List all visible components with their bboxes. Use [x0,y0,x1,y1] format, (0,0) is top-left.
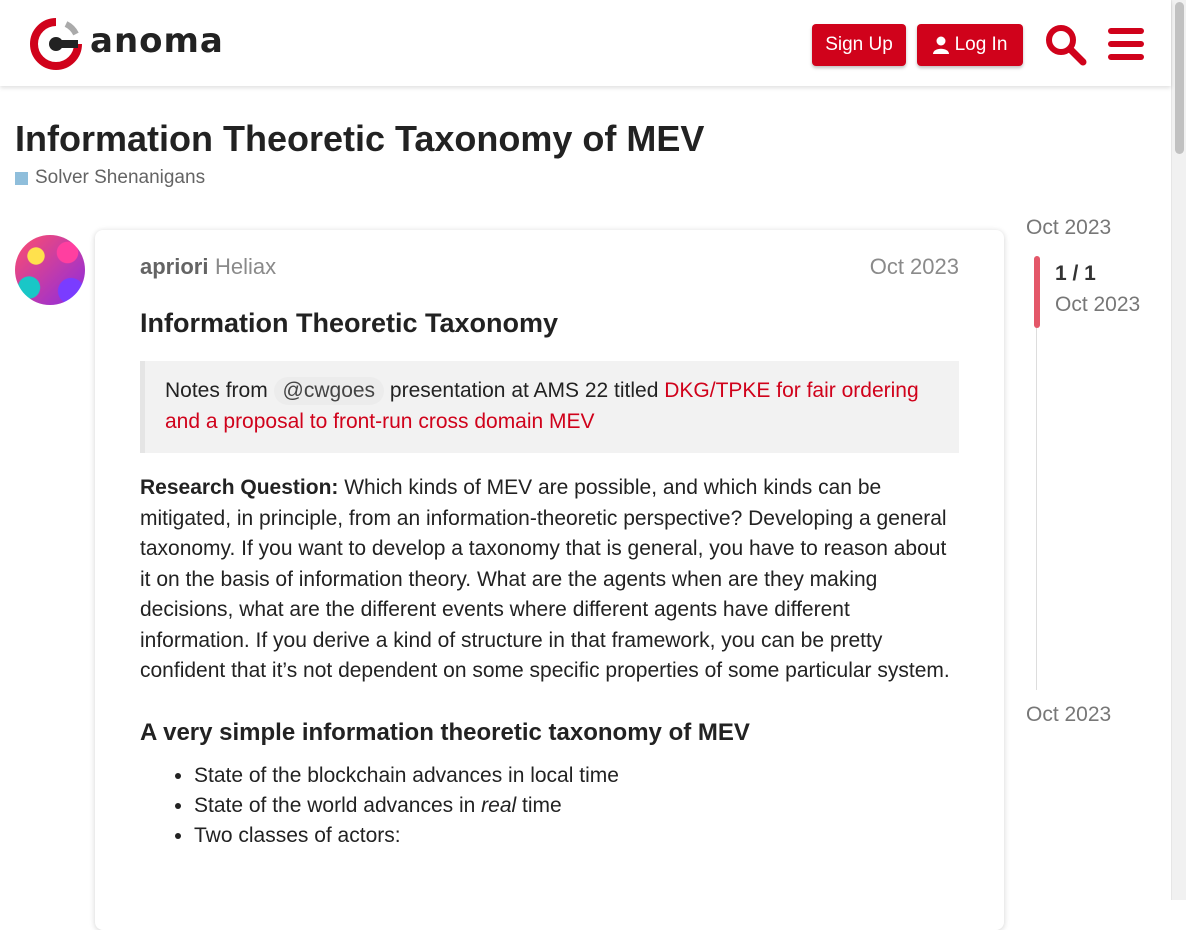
sign-up-label: Sign Up [825,34,893,55]
taxonomy-list: State of the blockchain advances in loca… [140,761,959,851]
section-heading: A very simple information theoretic taxo… [140,718,750,746]
research-paragraph: Research Question: Which kinds of MEV ar… [140,473,959,687]
topic-title[interactable]: Information Theoretic Taxonomy of MEV [15,118,704,160]
quote-prefix: Notes from [165,379,274,402]
post-date[interactable]: Oct 2023 [870,254,959,280]
page-scrollbar[interactable] [1171,0,1186,900]
list-item-text: Two classes of actors: [194,823,401,847]
hamburger-menu-icon[interactable] [1104,22,1148,66]
user-icon [932,36,949,54]
scrollbar-thumb[interactable] [1175,2,1184,154]
post-card: apriori Heliax Oct 2023 Information Theo… [95,230,1004,930]
brand-name: anoma [90,21,224,61]
log-in-button[interactable]: Log In [917,24,1023,66]
quote-middle: presentation at AMS 22 titled [384,379,665,402]
list-item-text: State of the world advances in [194,793,482,817]
list-item-suffix: time [516,793,562,817]
search-icon[interactable] [1043,22,1087,66]
research-label: Research Question: [140,476,339,499]
sign-up-button[interactable]: Sign Up [812,24,906,66]
username[interactable]: apriori [140,254,208,280]
post-body: Information Theoretic Taxonomy Notes fro… [140,308,959,851]
log-in-label: Log In [954,34,1008,55]
list-item: State of the world advances in real time [194,791,959,821]
user-group[interactable]: Heliax [215,254,276,280]
timeline-start-date[interactable]: Oct 2023 [1026,216,1111,240]
research-text: Which kinds of MEV are possible, and whi… [140,476,950,682]
list-item: Two classes of actors: [194,821,959,851]
timeline-position: 1 / 1 [1055,262,1096,285]
anoma-logo-icon [30,18,82,70]
category-name: Solver Shenanigans [35,167,206,188]
list-item: State of the blockchain advances in loca… [194,761,959,791]
timeline-current-date: Oct 2023 [1055,293,1141,316]
site-logo[interactable]: anoma [30,18,224,70]
timeline-end-date[interactable]: Oct 2023 [1026,703,1111,727]
site-header: anoma Sign Up Log In [0,0,1171,86]
list-item-text: State of the blockchain advances in loca… [194,763,619,787]
user-mention[interactable]: @cwgoes [273,377,385,405]
list-item-emphasis: real [481,793,517,817]
category-link[interactable]: Solver Shenanigans [15,167,205,189]
avatar[interactable] [15,235,85,305]
post-meta: apriori Heliax Oct 2023 [140,254,959,280]
timeline-scroll-handle[interactable] [1034,256,1040,328]
category-badge-icon [15,171,28,185]
post-heading: Information Theoretic Taxonomy [140,308,559,338]
blockquote: Notes from @cwgoes presentation at AMS 2… [140,361,959,453]
